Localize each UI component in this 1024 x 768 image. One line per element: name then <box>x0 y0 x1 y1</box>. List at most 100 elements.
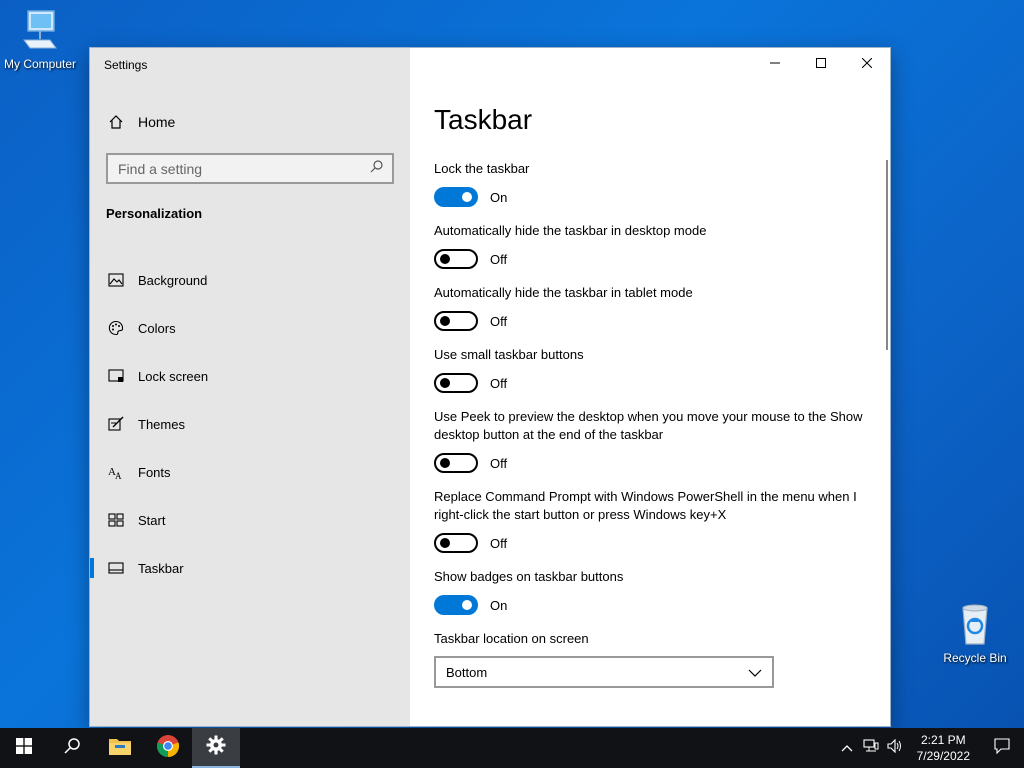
palette-icon <box>106 320 126 336</box>
svg-text:A: A <box>115 471 122 480</box>
setting-label: Taskbar location on screen <box>434 631 589 646</box>
recycle-bin-icon <box>935 600 1015 649</box>
setting-label: Use small taskbar buttons <box>434 347 584 362</box>
setting-label: Replace Command Prompt with Windows Powe… <box>434 489 857 522</box>
setting-badges: Show badges on taskbar buttons On <box>434 568 874 620</box>
toggle-state: Off <box>490 375 508 391</box>
picture-icon <box>106 273 126 287</box>
close-icon <box>861 55 873 73</box>
setting-autohide-tablet: Automatically hide the taskbar in tablet… <box>434 284 874 336</box>
autohide-tablet-toggle[interactable] <box>434 311 478 331</box>
autohide-desktop-toggle[interactable] <box>434 249 478 269</box>
clock[interactable]: 2:21 PM 7/29/2022 <box>907 732 980 764</box>
volume-icon <box>887 738 903 758</box>
dropdown-value: Bottom <box>446 664 488 680</box>
gear-icon <box>206 735 226 760</box>
sidebar-item-start[interactable]: Start <box>90 496 410 544</box>
powershell-toggle[interactable] <box>434 533 478 553</box>
sidebar: Settings Home Personalization Background <box>90 48 410 726</box>
settings-taskbar-button[interactable] <box>192 728 240 768</box>
setting-label: Lock the taskbar <box>434 161 530 176</box>
themes-icon <box>106 416 126 432</box>
taskbar-icon <box>106 562 126 574</box>
system-tray: 2:21 PM 7/29/2022 <box>835 728 1024 768</box>
main-content: Taskbar Lock the taskbar On Automaticall… <box>410 48 890 726</box>
notification-icon <box>994 737 1010 759</box>
small-buttons-toggle[interactable] <box>434 373 478 393</box>
search-input[interactable] <box>118 160 370 177</box>
page-title: Taskbar <box>434 104 533 135</box>
desktop-icon-my-computer[interactable]: My Computer <box>0 8 80 71</box>
toggle-state: Off <box>490 313 508 329</box>
settings-list: Lock the taskbar On Automatically hide t… <box>434 160 874 698</box>
sidebar-item-label: Background <box>138 272 208 288</box>
scrollbar[interactable] <box>886 160 888 350</box>
file-explorer-button[interactable] <box>96 728 144 768</box>
desktop-icon-label: My Computer <box>3 57 77 71</box>
start-icon <box>106 513 126 527</box>
chevron-down-icon <box>748 665 762 680</box>
setting-powershell: Replace Command Prompt with Windows Powe… <box>434 488 874 558</box>
toggle-state: Off <box>490 455 508 471</box>
setting-label: Automatically hide the taskbar in tablet… <box>434 285 693 300</box>
chrome-button[interactable] <box>144 728 192 768</box>
fonts-icon: AA <box>106 464 126 480</box>
setting-location: Taskbar location on screen Bottom <box>434 630 874 688</box>
computer-icon <box>0 8 80 55</box>
clock-date: 7/29/2022 <box>916 749 970 763</box>
home-label: Home <box>138 114 176 130</box>
toggle-state: On <box>490 189 508 205</box>
desktop-icon-recycle-bin[interactable]: Recycle Bin <box>935 600 1015 665</box>
network-icon <box>863 738 879 758</box>
lock-taskbar-toggle[interactable] <box>434 187 478 207</box>
volume-button[interactable] <box>883 738 907 758</box>
windows-logo-icon <box>16 737 32 759</box>
setting-peek: Use Peek to preview the desktop when you… <box>434 408 874 478</box>
search-button[interactable] <box>48 728 96 768</box>
sidebar-item-fonts[interactable]: AA Fonts <box>90 448 410 496</box>
sidebar-item-label: Lock screen <box>138 368 209 384</box>
toggle-state: Off <box>490 251 508 267</box>
search-icon <box>63 737 81 760</box>
close-button[interactable] <box>844 48 890 80</box>
clock-time: 2:21 PM <box>920 733 966 747</box>
lock-screen-icon <box>106 369 126 383</box>
home-icon <box>106 114 126 130</box>
sidebar-item-lock-screen[interactable]: Lock screen <box>90 352 410 400</box>
maximize-button[interactable] <box>798 48 844 80</box>
sidebar-item-themes[interactable]: Themes <box>90 400 410 448</box>
folder-icon <box>108 736 132 761</box>
home-nav-item[interactable]: Home <box>106 110 175 134</box>
settings-window: Settings Home Personalization Background <box>89 47 891 727</box>
toggle-state: On <box>490 597 508 613</box>
network-button[interactable] <box>859 738 883 758</box>
nav-list: Background Colors Lock screen Themes A A… <box>90 256 410 592</box>
window-controls <box>752 48 890 80</box>
sidebar-item-label: Fonts <box>138 464 171 480</box>
section-label: Personalization <box>106 206 203 221</box>
search-icon[interactable] <box>370 159 384 178</box>
minimize-button[interactable] <box>752 48 798 80</box>
start-button[interactable] <box>0 728 48 768</box>
sidebar-item-background[interactable]: Background <box>90 256 410 304</box>
maximize-icon <box>816 55 826 73</box>
setting-label: Automatically hide the taskbar in deskto… <box>434 223 707 238</box>
taskbar: 2:21 PM 7/29/2022 <box>0 728 1024 768</box>
show-hidden-icons-button[interactable] <box>835 739 859 757</box>
sidebar-item-colors[interactable]: Colors <box>90 304 410 352</box>
sidebar-item-label: Start <box>138 512 166 528</box>
taskbar-location-dropdown[interactable]: Bottom <box>434 656 774 688</box>
sidebar-item-label: Themes <box>138 416 185 432</box>
toggle-state: Off <box>490 535 508 551</box>
setting-autohide-desktop: Automatically hide the taskbar in deskto… <box>434 222 874 274</box>
action-center-button[interactable] <box>980 737 1024 759</box>
minimize-icon <box>770 55 780 73</box>
setting-small-buttons: Use small taskbar buttons Off <box>434 346 874 398</box>
setting-label: Use Peek to preview the desktop when you… <box>434 409 863 442</box>
search-box[interactable] <box>106 153 394 184</box>
desktop-icon-label: Recycle Bin <box>943 651 1007 665</box>
peek-toggle[interactable] <box>434 453 478 473</box>
sidebar-item-taskbar[interactable]: Taskbar <box>90 544 410 592</box>
badges-toggle[interactable] <box>434 595 478 615</box>
chrome-icon <box>156 734 180 763</box>
